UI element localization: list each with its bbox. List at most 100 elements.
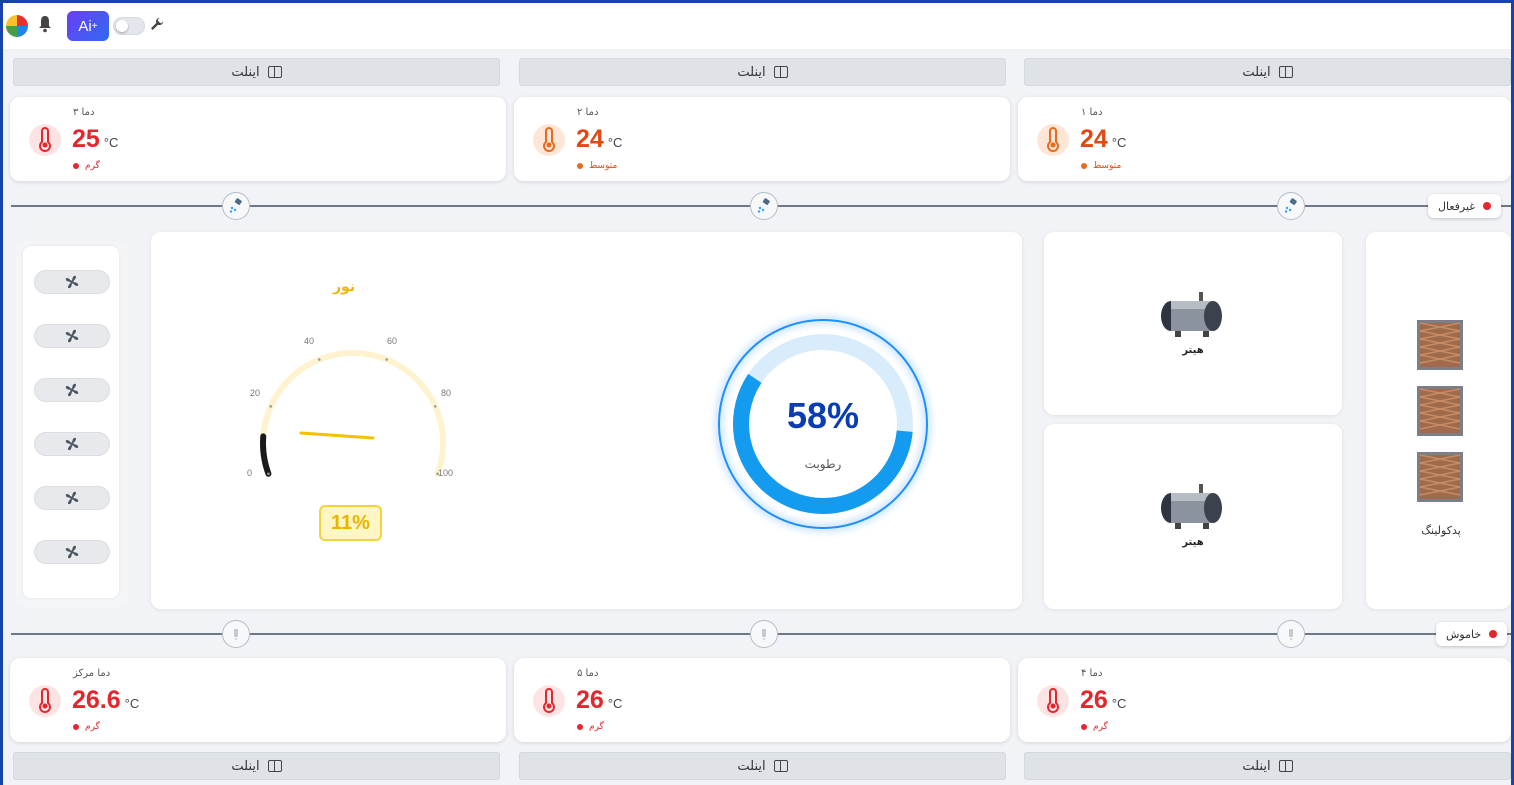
heater-label: هیتر (1182, 537, 1204, 548)
temp-unit: °C (103, 135, 119, 150)
fan-button-1[interactable] (34, 270, 110, 294)
temp-card-1: دما ۱ 24 °C متوسط (1018, 97, 1511, 181)
light-tick-label: 0 (247, 468, 253, 478)
temp-label: دما ۴ (1081, 668, 1103, 679)
inlet-button-5[interactable]: اینلت (519, 752, 1006, 780)
heater-icon (1161, 484, 1222, 529)
temp-value: 26 °C (1080, 686, 1127, 714)
heater-card-1[interactable]: هیتر (1044, 232, 1342, 415)
fan-button-5[interactable] (34, 486, 110, 510)
inlet-label: اینلت (1242, 758, 1271, 774)
ai-button-label: Ai (78, 17, 92, 35)
inlet-button-4[interactable]: اینلت (1024, 752, 1511, 780)
status-dot (73, 724, 79, 730)
panel-icon (1278, 760, 1293, 772)
sprinkler-off-icon (1289, 629, 1293, 640)
temp-card-4: دما ۴ 26 °C گرم (1018, 658, 1511, 742)
sprinkler-icon (229, 198, 242, 213)
heater-icon (1161, 292, 1222, 337)
pad-cooling-card[interactable] (1366, 232, 1511, 609)
fan-button-4[interactable] (34, 432, 110, 456)
panel-icon (1278, 66, 1293, 78)
fan-button-2[interactable] (34, 324, 110, 348)
light-title: نور (333, 279, 356, 295)
inlet-label: اینلت (737, 64, 766, 80)
sprinkler-node-2[interactable] (750, 192, 778, 220)
dashboard: Ai + اینلت اینلت اینلت دما ۳ 25 °C گرم دما… (3, 3, 1511, 785)
thermometer-icon (29, 124, 61, 156)
panel-icon (267, 66, 282, 78)
temp-unit: °C (124, 696, 140, 711)
temp-label: دما ۱ (1081, 107, 1103, 118)
temp-status: گرم (577, 722, 604, 732)
light-tick-mark (433, 405, 437, 408)
temp-card-5: دما ۵ 26 °C گرم (514, 658, 1010, 742)
thermometer-icon (533, 124, 565, 156)
fan-button-6[interactable] (34, 540, 110, 564)
temp-value: 26 °C (576, 686, 623, 714)
light-tick-label: 100 (438, 468, 454, 478)
temp-unit: °C (1111, 135, 1127, 150)
fan-icon (65, 437, 79, 451)
sprinkler-node-6[interactable] (1277, 620, 1305, 648)
temp-status: متوسط (577, 161, 617, 171)
sprinkler-icon (1284, 198, 1297, 213)
sprinkler-node-5[interactable] (750, 620, 778, 648)
panel-icon (773, 66, 788, 78)
light-tick-mark (267, 472, 270, 476)
sprinkler-node-3[interactable] (1277, 192, 1305, 220)
sprinkler-rail-bottom: خاموش (11, 620, 1511, 648)
light-tick-label: 80 (441, 388, 452, 398)
status-dot (73, 163, 79, 169)
temp-unit: °C (1111, 696, 1127, 711)
inlet-button-2[interactable]: اینلت (519, 58, 1006, 86)
inlet-button-1[interactable]: اینلت (1024, 58, 1511, 86)
temp-value: 24 °C (576, 125, 623, 153)
temp-status: متوسط (1081, 161, 1121, 171)
rail-status-label: خاموش (1446, 627, 1482, 641)
sprinkler-node-4[interactable] (222, 620, 250, 648)
fan-icon (65, 329, 79, 343)
temp-card-center: دما مرکز 26.6 °C گرم (10, 658, 506, 742)
status-dot (1081, 163, 1087, 169)
pad-cooling-icon (1417, 452, 1463, 502)
temp-status: گرم (73, 722, 100, 732)
light-tick-mark (269, 405, 273, 408)
status-dot (1489, 630, 1498, 638)
rail-status-badge[interactable]: غیرفعال (1428, 194, 1502, 218)
status-dot (1081, 724, 1087, 730)
inlet-label: اینلت (231, 758, 260, 774)
temp-card-2: دما ۲ 24 °C متوسط (514, 97, 1010, 181)
wrench-icon[interactable] (150, 17, 164, 31)
pad-cooling-label: پدکولینگ (1421, 524, 1461, 537)
theme-toggle[interactable] (113, 17, 145, 35)
thermometer-icon (1037, 124, 1069, 156)
temp-status: گرم (1081, 722, 1108, 732)
light-value: 11% (319, 505, 382, 541)
top-bar: Ai + (3, 3, 1511, 49)
sprinkler-rail-top: غیرفعال (11, 192, 1511, 220)
heater-card-2[interactable]: هیتر (1044, 424, 1342, 609)
fan-button-3[interactable] (34, 378, 110, 402)
sprinkler-node-1[interactable] (222, 192, 250, 220)
panel-icon (267, 760, 282, 772)
logo[interactable] (6, 15, 28, 37)
rail-status-badge[interactable]: خاموش (1436, 622, 1508, 646)
temp-status: گرم (73, 161, 100, 171)
bell-icon[interactable] (38, 15, 52, 33)
status-dot (577, 724, 583, 730)
inlet-button-3[interactable]: اینلت (13, 58, 500, 86)
ai-button[interactable]: Ai + (67, 11, 109, 41)
ai-sparkle-icon: + (91, 20, 98, 32)
temp-unit: °C (607, 135, 623, 150)
inlet-button-6[interactable]: اینلت (13, 752, 500, 780)
light-tick-label: 20 (250, 388, 261, 398)
humidity-value: 58% (786, 395, 860, 436)
fan-icon (65, 491, 79, 505)
pad-cooling-icon (1417, 386, 1463, 436)
status-dot (577, 163, 583, 169)
rail-status-label: غیرفعال (1438, 199, 1476, 213)
humidity-label: رطوبت (804, 457, 842, 471)
sprinkler-icon (757, 198, 770, 213)
inlet-label: اینلت (231, 64, 260, 80)
